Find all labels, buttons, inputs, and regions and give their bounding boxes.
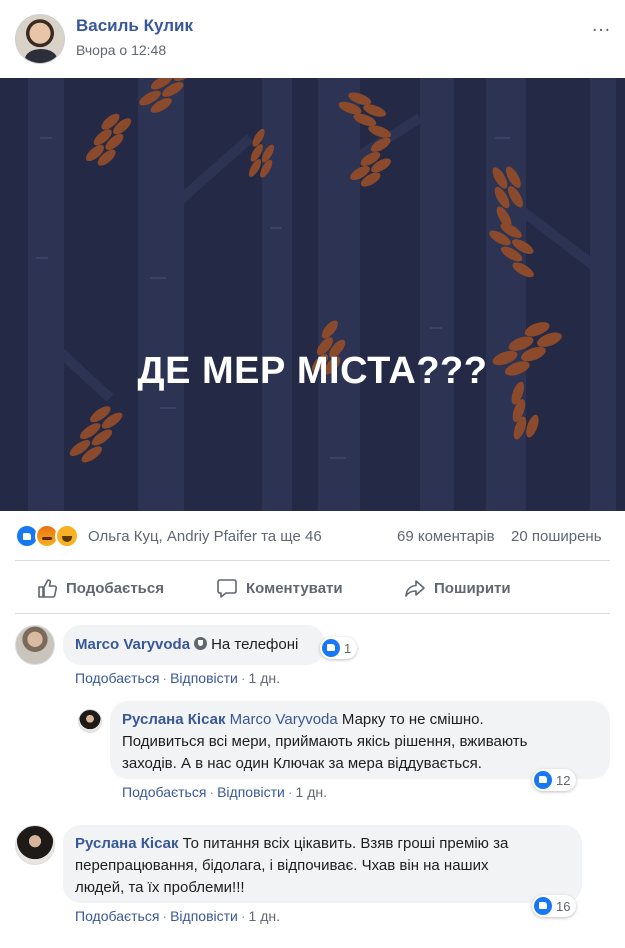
comment-bubble: Marco Varyvoda На телефоні xyxy=(63,625,325,665)
comment-text-line: перепрацювання, бідолага, і відпочиває. … xyxy=(75,857,489,874)
like-count-value: 1 xyxy=(344,640,352,656)
comments-count[interactable]: 69 коментарів xyxy=(397,528,495,545)
comment-like-count[interactable]: 16 xyxy=(532,895,577,917)
post-header: Василь Кулик Вчора о 12:48 … xyxy=(0,0,625,78)
like-button-label: Подобається xyxy=(66,579,164,597)
reactions-bar: Ольга Куц, Andriy Pfaifer та ще 46 69 ко… xyxy=(0,518,625,554)
comment-reply-link[interactable]: Відповісти xyxy=(170,908,238,924)
comment-button[interactable]: Коментувати xyxy=(216,570,343,606)
divider xyxy=(15,560,610,561)
like-reaction-icon xyxy=(322,639,340,657)
like-reaction-icon xyxy=(534,897,552,915)
shares-count[interactable]: 20 поширень xyxy=(511,528,602,545)
reply-mention[interactable]: Marco Varyvoda xyxy=(230,711,338,728)
comment-like-link[interactable]: Подобається xyxy=(75,908,159,924)
like-reaction-icon xyxy=(534,771,552,789)
commenter-name[interactable]: Руслана Кісак xyxy=(75,835,178,852)
comment-reply-link[interactable]: Відповісти xyxy=(170,670,238,686)
post-timestamp[interactable]: Вчора о 12:48 xyxy=(76,42,166,58)
comment-text-line: Марку то не смішно. xyxy=(341,711,484,728)
commenter-avatar[interactable] xyxy=(15,625,55,665)
shield-icon xyxy=(194,637,208,650)
like-button[interactable]: Подобається xyxy=(36,570,164,606)
commenter-avatar[interactable] xyxy=(78,709,102,733)
commenter-avatar[interactable] xyxy=(15,825,55,865)
comment-time[interactable]: 1 дн. xyxy=(296,784,327,800)
comment-icon xyxy=(217,579,237,598)
post-image[interactable]: ДЕ МЕР МІСТА??? xyxy=(0,78,625,511)
comment-button-label: Коментувати xyxy=(246,579,343,597)
share-button-label: Поширити xyxy=(434,579,511,597)
like-count-value: 12 xyxy=(556,772,571,788)
commenter-name[interactable]: Руслана Кісак xyxy=(122,711,225,728)
post-image-caption: ДЕ МЕР МІСТА??? xyxy=(137,350,488,392)
comment-text-line: людей, та їх проблеми!!! xyxy=(75,879,245,896)
comment-actions: Подобається · Відповісти · 1 дн. xyxy=(75,670,280,686)
author-avatar[interactable] xyxy=(15,14,65,64)
comment-actions: Подобається · Відповісти · 1 дн. xyxy=(75,908,280,924)
reaction-icons[interactable] xyxy=(15,524,87,548)
haha-reaction-icon xyxy=(55,524,79,548)
comment-text: На телефоні xyxy=(211,636,299,653)
divider xyxy=(15,613,610,614)
reply-bubble: Руслана Кісак Marco Varyvoda Марку то не… xyxy=(110,701,610,779)
comment-text-line: То питання всіх цікавить. Взяв гроші пре… xyxy=(182,835,509,852)
share-button[interactable]: Поширити xyxy=(404,570,511,606)
more-options-icon[interactable]: … xyxy=(591,14,611,37)
comment-like-count[interactable]: 12 xyxy=(532,769,577,791)
comment-like-link[interactable]: Подобається xyxy=(122,784,206,800)
comment-like-count[interactable]: 1 xyxy=(320,637,358,659)
comment-time[interactable]: 1 дн. xyxy=(249,670,280,686)
comment-bubble: Руслана Кісак То питання всіх цікавить. … xyxy=(63,825,582,903)
like-count-value: 16 xyxy=(556,898,571,914)
comment-text-line: Подивиться всі мери, приймають якісь ріш… xyxy=(122,733,528,750)
comment-actions: Подобається · Відповісти · 1 дн. xyxy=(122,784,327,800)
author-name[interactable]: Василь Кулик xyxy=(76,16,193,36)
forest-background xyxy=(0,78,625,511)
comment-text-line: заходів. А в нас один Ключак за мера від… xyxy=(122,755,482,772)
share-arrow-icon xyxy=(405,580,425,597)
reactors-summary[interactable]: Ольга Куц, Andriy Pfaifer та ще 46 xyxy=(88,528,322,545)
comment-reply-link[interactable]: Відповісти xyxy=(217,784,285,800)
comment-time[interactable]: 1 дн. xyxy=(249,908,280,924)
thumbs-up-icon xyxy=(38,579,58,598)
commenter-name[interactable]: Marco Varyvoda xyxy=(75,636,190,653)
comment-like-link[interactable]: Подобається xyxy=(75,670,159,686)
